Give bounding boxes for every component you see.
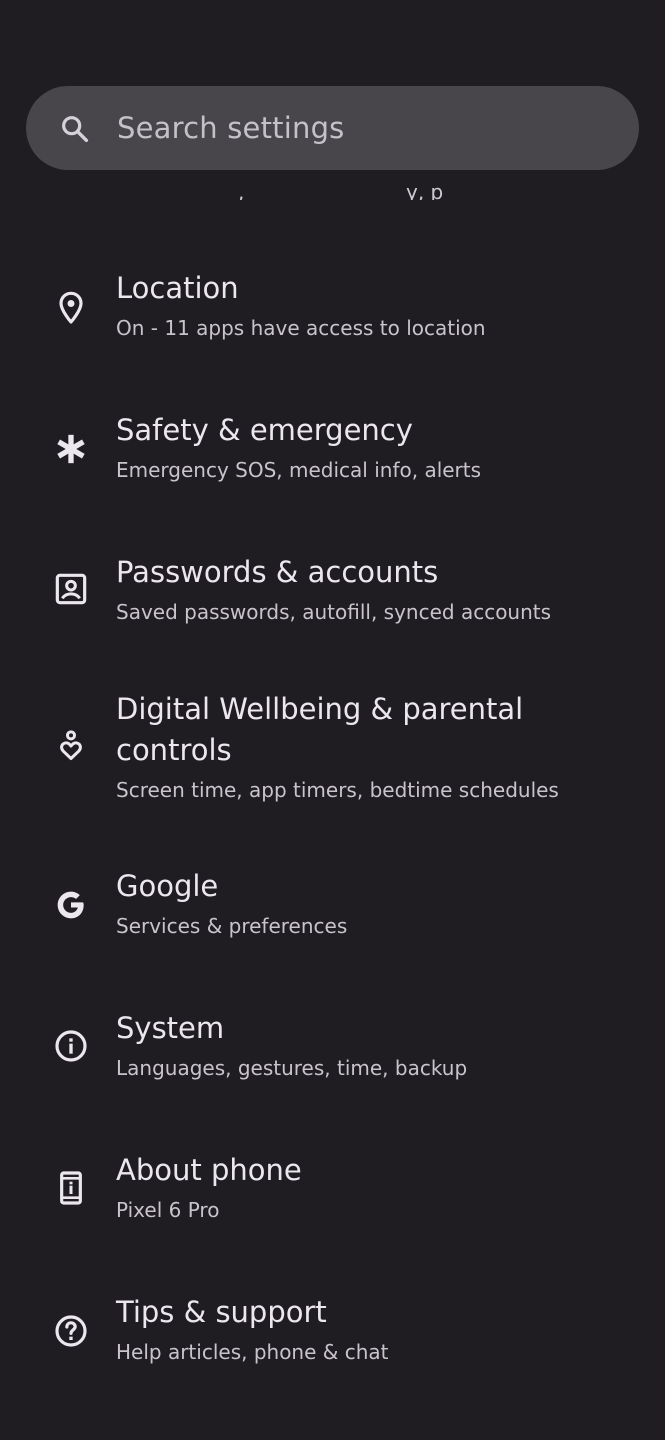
settings-item-subtitle: Pixel 6 Pro (116, 1198, 220, 1222)
location-pin-icon (51, 288, 91, 328)
settings-item-subtitle: Languages, gestures, time, backup (116, 1056, 468, 1080)
settings-item-safety-emergency[interactable]: Safety & emergency Emergency SOS, medica… (0, 404, 665, 504)
settings-item-subtitle: Screen time, app timers, bedtime schedul… (116, 778, 559, 802)
account-box-icon (51, 569, 91, 609)
info-icon (51, 1026, 91, 1066)
settings-item-tips-support[interactable]: Tips & support Help articles, phone & ch… (0, 1286, 665, 1386)
search-input[interactable]: Search settings (117, 108, 345, 148)
settings-item-subtitle: Emergency SOS, medical info, alerts (116, 458, 482, 482)
scrolled-off-subtitle: , y, p (238, 186, 444, 200)
settings-item-digital-wellbeing[interactable]: Digital Wellbeing & parental controls Sc… (0, 688, 665, 808)
google-icon (51, 885, 91, 925)
settings-item-system[interactable]: System Languages, gestures, time, backup (0, 1002, 665, 1102)
settings-item-about-phone[interactable]: About phone Pixel 6 Pro (0, 1144, 665, 1244)
settings-item-passwords-accounts[interactable]: Passwords & accounts Saved passwords, au… (0, 546, 665, 646)
search-icon (59, 113, 91, 145)
settings-item-title: Location (116, 271, 239, 305)
settings-item-subtitle: Services & preferences (116, 914, 348, 938)
settings-item-title: About phone (116, 1153, 302, 1187)
phone-icon (51, 1168, 91, 1208)
settings-item-subtitle: On - 11 apps have access to location (116, 316, 486, 340)
settings-item-subtitle: Help articles, phone & chat (116, 1340, 389, 1364)
settings-item-title: Google (116, 869, 219, 903)
settings-item-location[interactable]: Location On - 11 apps have access to loc… (0, 262, 665, 362)
search-bar[interactable]: Search settings (26, 86, 639, 170)
settings-item-title: Tips & support (116, 1295, 327, 1329)
settings-item-title: Passwords & accounts (116, 555, 439, 589)
asterisk-icon (51, 429, 91, 469)
settings-item-title: Digital Wellbeing & parental controls (116, 692, 524, 767)
wellbeing-icon (51, 726, 91, 766)
settings-item-subtitle: Saved passwords, autofill, synced accoun… (116, 600, 552, 624)
settings-item-title: System (116, 1011, 225, 1045)
settings-item-google[interactable]: Google Services & preferences (0, 860, 665, 960)
settings-item-title: Safety & emergency (116, 413, 413, 447)
help-icon (51, 1311, 91, 1351)
